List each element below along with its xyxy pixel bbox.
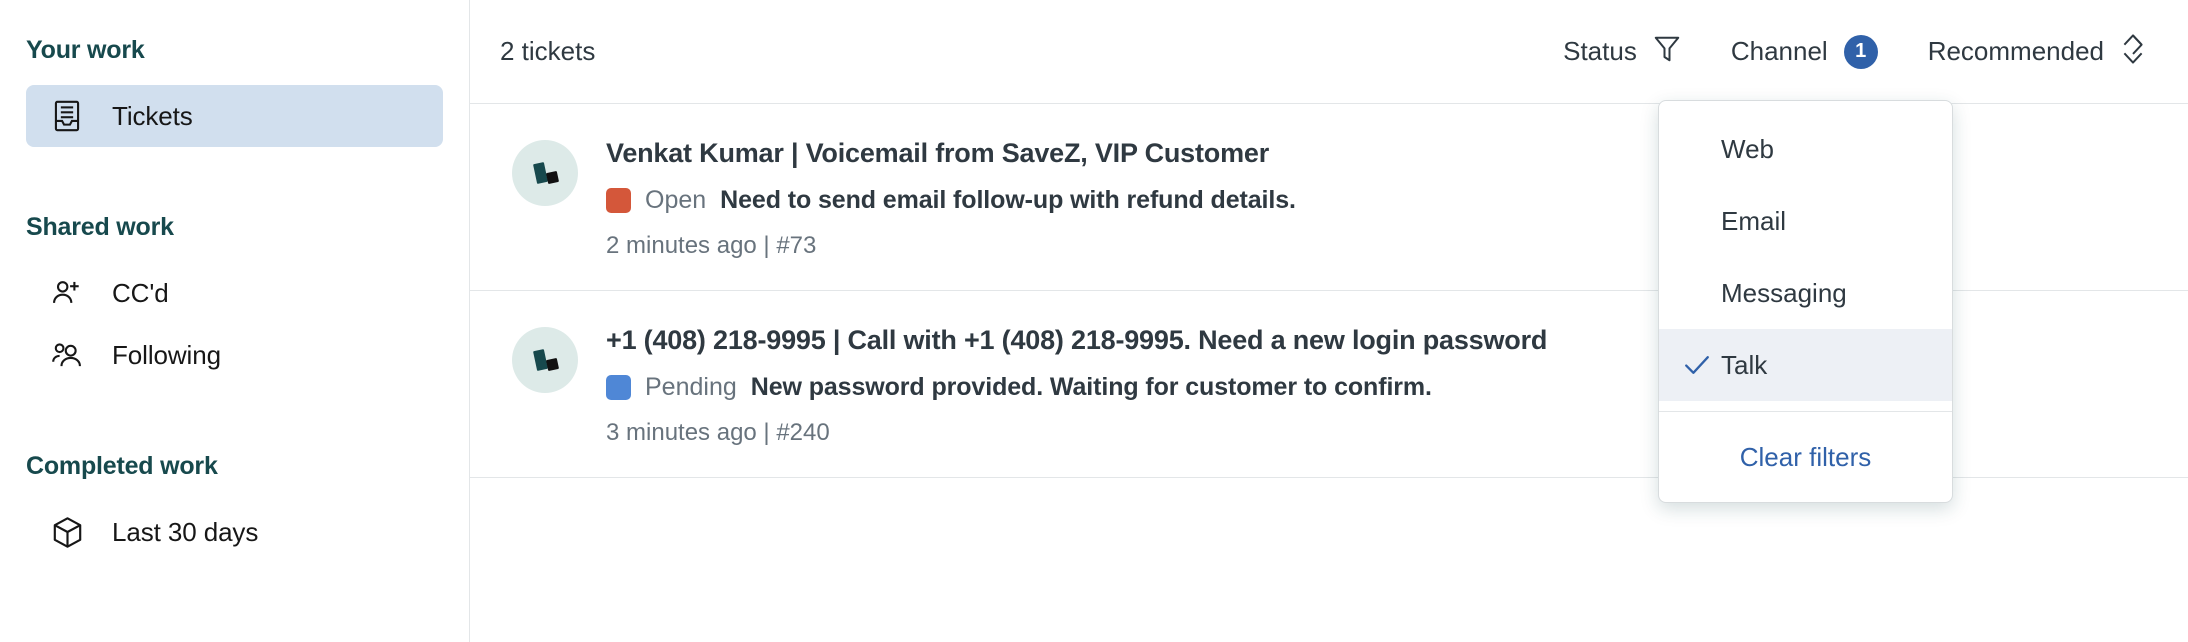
sort-chevrons-icon [2120,33,2146,70]
channel-filter-button[interactable]: Channel 1 [1730,34,1878,69]
dropdown-option-talk[interactable]: Talk [1659,329,1952,401]
sidebar-heading-completed-work: Completed work [26,452,218,480]
status-filter-label: Status [1563,36,1637,66]
filter-funnel-icon [1653,34,1681,69]
person-plus-icon [50,276,84,310]
sort-label: Recommended [1927,36,2104,66]
sidebar-item-last-30-days[interactable]: Last 30 days [26,501,443,563]
sidebar-item-label: Tickets [112,100,193,131]
main-content: 2 tickets Status Channel 1 Recommended V… [470,0,2188,642]
sidebar-group-your-work: Your work Tickets [0,36,469,147]
channel-filter-label: Channel [1730,36,1828,66]
sidebar-item-ccd[interactable]: CC'd [26,262,443,324]
avatar [512,327,578,393]
dropdown-option-label: Email [1721,205,1787,236]
ticket-list-app: Your work Tickets Shared work CC'd Follo… [0,0,2188,642]
zendesk-logo-avatar [533,162,559,184]
status-badge [606,188,631,213]
dropdown-option-web[interactable]: Web [1659,113,1952,185]
sort-button[interactable]: Recommended [1928,33,2146,70]
sidebar: Your work Tickets Shared work CC'd Follo… [0,0,470,642]
dropdown-option-label: Web [1721,133,1774,164]
sidebar-heading-your-work: Your work [26,36,145,64]
ticket-snippet: Need to send email follow-up with refund… [720,186,1296,214]
channel-filter-badge: 1 [1843,34,1878,69]
dropdown-option-label: Talk [1721,349,1768,380]
ticket-snippet: New password provided. Waiting for custo… [750,373,1432,401]
sidebar-item-following[interactable]: Following [26,324,443,386]
sidebar-group-completed-work: Completed work Last 30 days [0,452,469,563]
sidebar-item-label: Following [112,339,221,370]
dropdown-option-email[interactable]: Email [1659,185,1952,257]
ticket-list-header: 2 tickets Status Channel 1 Recommended [470,0,2188,104]
checkmark-icon [1673,353,1721,377]
sidebar-item-label: CC'd [112,277,169,308]
sidebar-item-label: Last 30 days [112,516,259,547]
sidebar-group-shared-work: Shared work CC'd Following [0,213,469,386]
status-filter-button[interactable]: Status [1563,34,1681,69]
sidebar-heading-shared-work: Shared work [26,213,174,241]
status-label: Pending [645,373,737,401]
clear-filters-button[interactable]: Clear filters [1659,412,1952,502]
header-actions: Status Channel 1 Recommended [1563,33,2146,70]
zendesk-logo-avatar [533,349,559,371]
avatar [512,140,578,206]
status-label: Open [645,186,707,214]
ticket-count-label: 2 tickets [500,36,596,66]
dropdown-option-label: Messaging [1721,277,1847,308]
tickets-inbox-icon [50,99,84,133]
dropdown-option-messaging[interactable]: Messaging [1659,257,1952,329]
sidebar-item-tickets[interactable]: Tickets [26,85,443,147]
status-badge [606,375,631,400]
cube-box-icon [50,515,84,549]
channel-filter-dropdown: Web Email Messaging Talk Clear filters [1658,100,1953,503]
people-group-icon [50,338,84,372]
